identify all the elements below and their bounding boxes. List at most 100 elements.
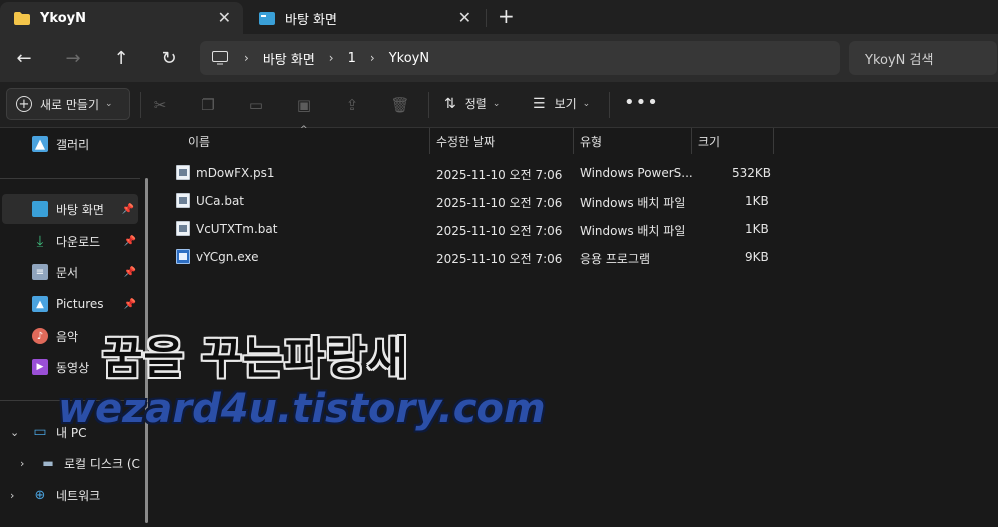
monitor-icon [212,51,228,65]
pin-icon[interactable]: 📌 [124,267,136,278]
file-row[interactable]: mDowFX.ps1 2025-11-10 오전 7:06 Windows Po… [172,158,772,186]
chevron-right-icon[interactable]: › [20,457,24,470]
powershell-file-icon [176,165,190,180]
batch-file-icon [176,221,190,236]
column-header-type[interactable]: 유형 [574,128,692,154]
command-bar: + 새로 만들기 ⌄ ✂ ❐ ▭ ▣ ⇪ 🗑 ⇅ 정렬 ⌄ ☰ 보기 ⌄ ••• [0,82,998,128]
forward-button[interactable]: → [61,46,85,70]
sidebar-item-local-disk[interactable]: › ▬ 로컬 디스크 (C [0,448,140,478]
tab-bar: YkoyN ✕ 바탕 화면 ✕ + [0,0,998,34]
divider [0,178,140,179]
address-bar[interactable]: › 바탕 화면 › 1 › YkoyN [200,41,840,75]
sidebar-item-label: 음악 [56,329,79,344]
sidebar-item-desktop[interactable]: 바탕 화면 📌 [2,194,138,224]
file-row[interactable]: VcUTXTm.bat 2025-11-10 오전 7:06 Windows 배… [172,214,772,242]
sidebar-item-label: 문서 [56,265,79,280]
column-header-modified[interactable]: 수정한 날짜 [430,128,574,154]
desktop-icon [259,11,275,25]
plus-icon: + [16,96,32,112]
divider [609,92,610,118]
folder-icon [14,11,30,25]
file-row[interactable]: vYCgn.exe 2025-11-10 오전 7:06 응용 프로그램 9KB [172,242,772,270]
pin-icon[interactable]: 📌 [124,299,136,310]
divider [428,92,429,118]
computer-icon: ▭ [33,424,47,440]
refresh-icon: ↻ [161,47,177,69]
arrow-right-icon: → [65,47,81,69]
network-icon: ⊕ [34,487,46,503]
breadcrumb-desktop[interactable]: 바탕 화면 [263,49,315,68]
file-name: vYCgn.exe [196,250,259,264]
document-icon: ≡ [32,264,48,280]
breadcrumb-1[interactable]: 1 [348,51,356,66]
watermark-title: 꿈을 꾸는파랑새 [102,333,409,384]
chevron-right-icon[interactable]: › [10,489,14,502]
navigation-bar: ← → ↑ ↻ › 바탕 화면 › 1 › YkoyN YkoyN 검색 [0,34,998,82]
pin-icon[interactable]: 📌 [122,204,134,215]
batch-file-icon [176,193,190,208]
column-header-name[interactable]: 이름 [182,128,430,154]
file-type: Windows PowerS... [580,166,693,180]
file-modified: 2025-11-10 오전 7:06 [436,168,563,182]
file-name: UCa.bat [196,194,245,208]
sidebar-item-downloads[interactable]: ⤓ 다운로드 📌 [0,226,140,256]
tab-label: 바탕 화면 [285,12,337,28]
view-list-icon: ☰ [533,95,546,112]
gallery-icon: ▲ [32,136,48,152]
rename-icon[interactable]: ▣ [294,95,314,115]
chevron-down-icon[interactable]: ⌄ [10,426,19,439]
chevron-right-icon: › [244,51,249,65]
file-modified: 2025-11-10 오전 7:06 [436,224,563,238]
watermark-url: wezard4u.tistory.com [58,386,546,432]
sidebar-item-label: Pictures [56,297,104,311]
tab-ykoyn[interactable]: YkoyN ✕ [0,2,243,34]
back-button[interactable]: ← [12,46,36,70]
chevron-down-icon: ⌄ [582,98,591,109]
more-options-icon[interactable]: ••• [624,92,659,113]
sidebar-item-network[interactable]: › ⊕ 네트워크 [0,480,140,510]
view-button[interactable]: ☰ 보기 ⌄ [533,95,590,112]
delete-icon[interactable]: 🗑 [390,95,410,115]
breadcrumb-ykoyn[interactable]: YkoyN [389,51,429,66]
sidebar-item-label: 동영상 [56,360,90,375]
file-name: mDowFX.ps1 [196,166,275,180]
tab-desktop[interactable]: 바탕 화면 ✕ [245,2,483,34]
sort-button[interactable]: ⇅ 정렬 ⌄ [444,95,500,112]
sidebar-item-documents[interactable]: ≡ 문서 📌 [0,257,140,287]
arrow-left-icon: ← [16,47,32,69]
sidebar-item-gallery[interactable]: ▲ 갤러리 [32,129,142,159]
chevron-down-icon: ⌄ [105,99,113,109]
refresh-button[interactable]: ↻ [157,46,181,70]
up-button[interactable]: ↑ [109,46,133,70]
file-row[interactable]: UCa.bat 2025-11-10 오전 7:06 Windows 배치 파일… [172,186,772,214]
sort-label: 정렬 [464,97,487,111]
desktop-icon [32,201,48,217]
share-icon[interactable]: ⇪ [342,95,362,115]
sidebar-item-label: 바탕 화면 [56,202,104,217]
tab-divider [486,9,487,27]
sort-icon: ⇅ [444,95,456,112]
new-tab-button[interactable]: + [498,4,515,28]
sidebar-item-label: 네트워크 [56,488,101,503]
view-label: 보기 [554,97,577,111]
chevron-down-icon: ⌄ [492,98,501,109]
column-header-size[interactable]: 크기 [692,128,774,154]
close-tab-icon[interactable]: ✕ [218,8,231,27]
sidebar-item-label: 갤러리 [56,137,90,152]
file-name: VcUTXTm.bat [196,222,278,236]
file-modified: 2025-11-10 오전 7:06 [436,252,563,266]
file-type: Windows 배치 파일 [580,224,686,238]
search-input[interactable]: YkoyN 검색 [849,41,997,75]
sidebar-item-label: 로컬 디스크 (C [64,456,140,471]
cut-icon[interactable]: ✂ [150,95,170,115]
file-type: Windows 배치 파일 [580,196,686,210]
download-icon: ⤓ [36,232,44,250]
close-tab-icon[interactable]: ✕ [458,8,471,27]
pin-icon[interactable]: 📌 [124,236,136,247]
sidebar-item-pictures[interactable]: ▲ Pictures 📌 [0,289,140,319]
music-icon: ♪ [32,328,48,344]
new-button[interactable]: + 새로 만들기 ⌄ [6,88,130,120]
copy-icon[interactable]: ❐ [198,95,218,115]
new-button-label: 새로 만들기 [40,97,100,112]
paste-icon[interactable]: ▭ [246,95,266,115]
